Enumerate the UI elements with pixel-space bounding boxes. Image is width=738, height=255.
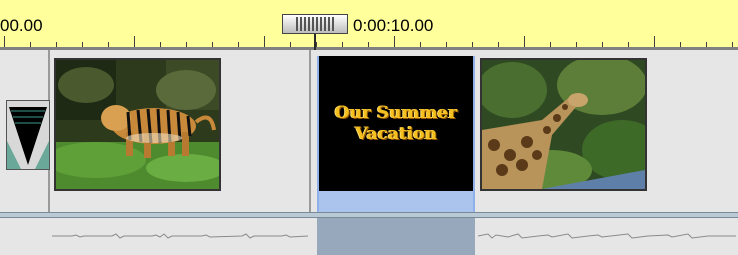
giraffe-thumbnail (482, 60, 645, 189)
ruler-tick (602, 42, 603, 47)
ruler-tick (238, 42, 239, 47)
ruler-tick (186, 42, 187, 47)
ruler-tick (706, 42, 707, 47)
ruler-tick (290, 42, 291, 47)
tiger-thumbnail (56, 60, 219, 189)
ruler-tick (342, 42, 343, 47)
ruler-tick (212, 42, 213, 47)
tiger-clip[interactable] (54, 58, 221, 191)
ruler-tick (550, 42, 551, 47)
audio-waveform-icon (478, 233, 736, 239)
ruler-start-label: 00.00 (0, 16, 43, 35)
title-clip[interactable]: Our Summer Vacation (317, 56, 475, 214)
ruler-tick (680, 42, 681, 47)
playhead-line (314, 34, 316, 50)
ruler-tick (472, 42, 473, 47)
ruler-tick (446, 42, 447, 47)
title-line-2: Vacation (354, 123, 438, 144)
title-line-1: Our Summer (334, 102, 458, 123)
playhead-scrubber[interactable] (282, 14, 348, 34)
title-card: Our Summer Vacation (319, 56, 473, 191)
ruler-tick (30, 42, 31, 47)
ruler-tick (628, 42, 629, 47)
ruler-tick (4, 36, 5, 47)
timeline-editor: 00.00 0:00:10.00 Our Summer Vacation (0, 0, 738, 255)
ruler-tick (498, 42, 499, 47)
time-ruler[interactable]: 00.00 0:00:10.00 (0, 0, 738, 50)
ruler-tick (82, 42, 83, 47)
ruler-tick (420, 42, 421, 47)
transition-triangle-icon[interactable] (6, 100, 50, 170)
ruler-tick (160, 42, 161, 47)
ruler-tick (576, 42, 577, 47)
ruler-tick (316, 42, 317, 47)
giraffe-clip[interactable] (480, 58, 647, 191)
ruler-tick (108, 42, 109, 47)
ruler-tick (732, 42, 733, 47)
audio-waveform-icon (52, 233, 308, 239)
audio-selection[interactable] (317, 218, 475, 255)
ruler-tick (134, 36, 135, 47)
ruler-current-time-label: 0:00:10.00 (353, 16, 434, 35)
ruler-tick (368, 42, 369, 47)
ruler-tick (654, 36, 655, 47)
ruler-tick (524, 36, 525, 47)
ruler-tick (56, 42, 57, 47)
ruler-tick (264, 36, 265, 47)
ruler-tick (394, 36, 395, 47)
